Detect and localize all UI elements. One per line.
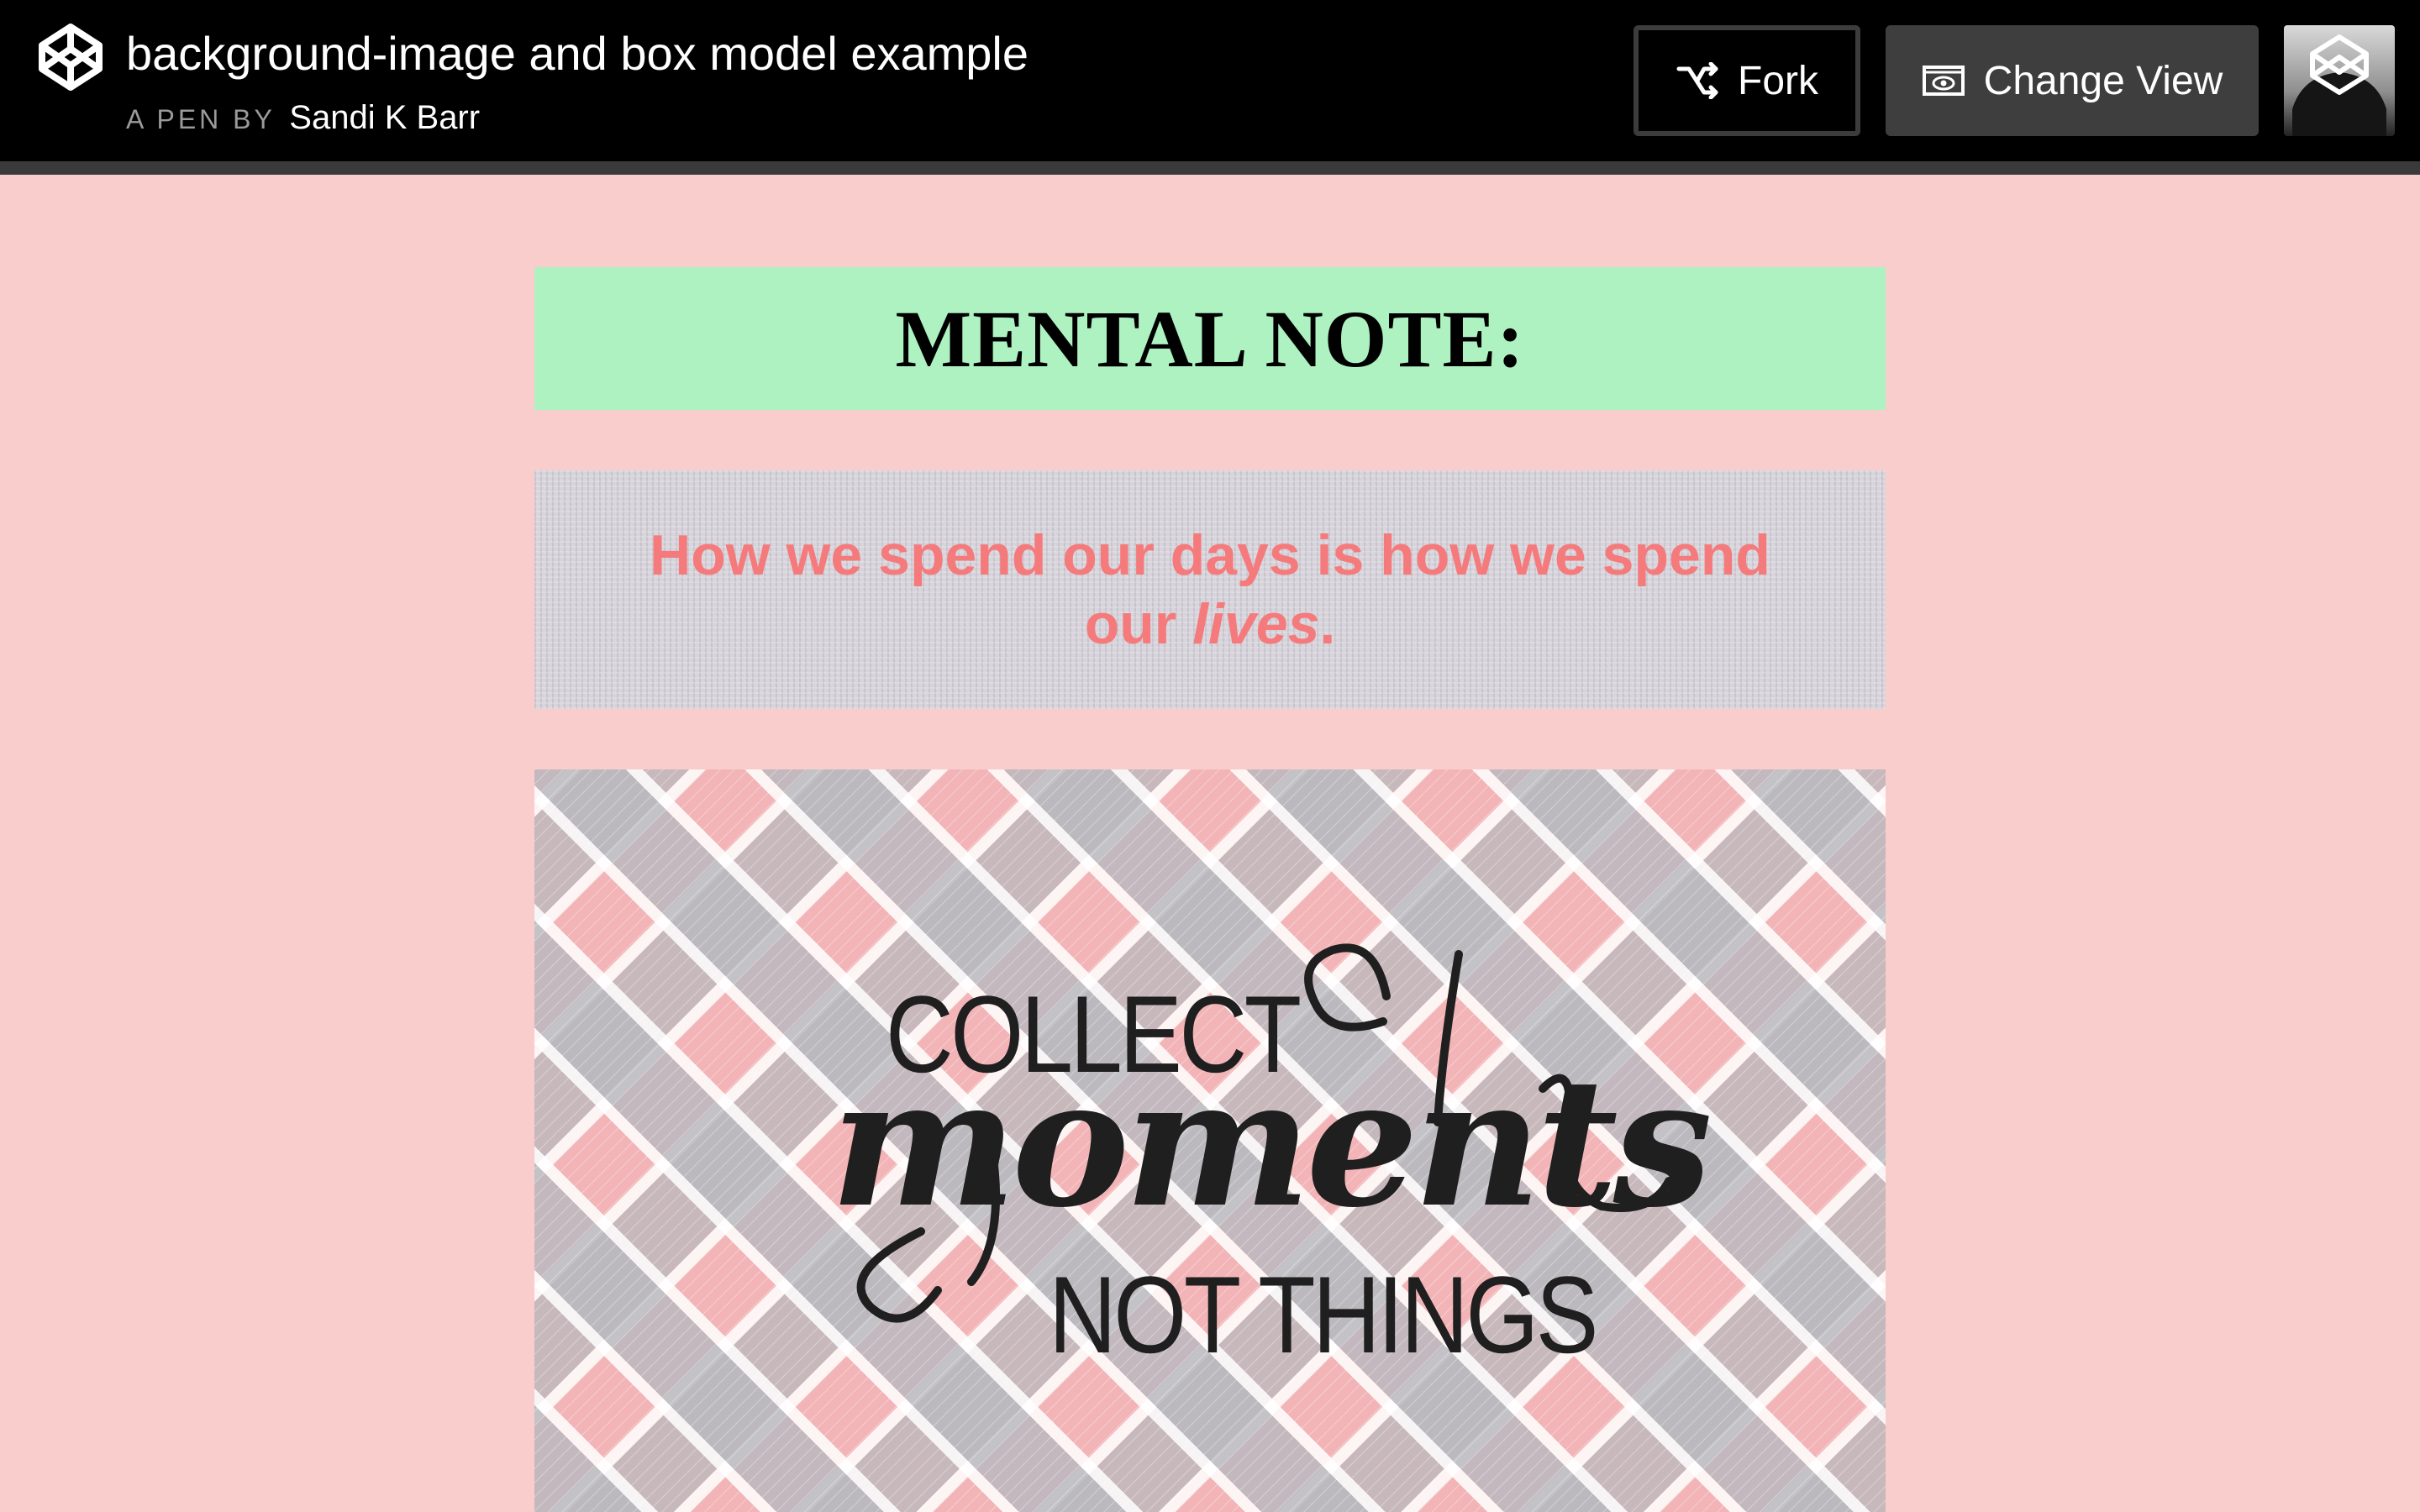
quote-text: How we spend our days is how we spend ou… [610, 521, 1810, 659]
plaid-art-box: COLLECT moments NOT THINGS [534, 769, 1886, 1512]
change-view-label: Change View [1983, 58, 2223, 103]
art-not-things-text: NOT THINGS [1049, 1253, 1598, 1376]
art-moments-text: moments [830, 1039, 1712, 1247]
fork-button[interactable]: Fork [1634, 25, 1860, 136]
codepen-logo-icon[interactable] [37, 22, 104, 92]
user-avatar[interactable] [2284, 25, 2395, 136]
mental-note-title: MENTAL NOTE: [895, 293, 1525, 384]
mental-note-banner: MENTAL NOTE: [534, 267, 1886, 410]
eye-icon [1922, 62, 1965, 99]
author-link[interactable]: Sandi K Barr [289, 99, 480, 136]
byline-prefix: A PEN BY [126, 104, 276, 134]
pen-byline: A PEN BY Sandi K Barr [126, 94, 480, 149]
pen-title: background-image and box model example [126, 27, 1028, 80]
quote-emphasis: lives [1192, 592, 1320, 656]
top-bar: background-image and box model example A… [0, 0, 2420, 175]
quote-end: . [1319, 592, 1336, 656]
fork-icon [1676, 61, 1719, 100]
change-view-button[interactable]: Change View [1886, 25, 2259, 136]
quote-box: How we spend our days is how we spend ou… [534, 470, 1886, 709]
fork-label: Fork [1738, 58, 1818, 103]
